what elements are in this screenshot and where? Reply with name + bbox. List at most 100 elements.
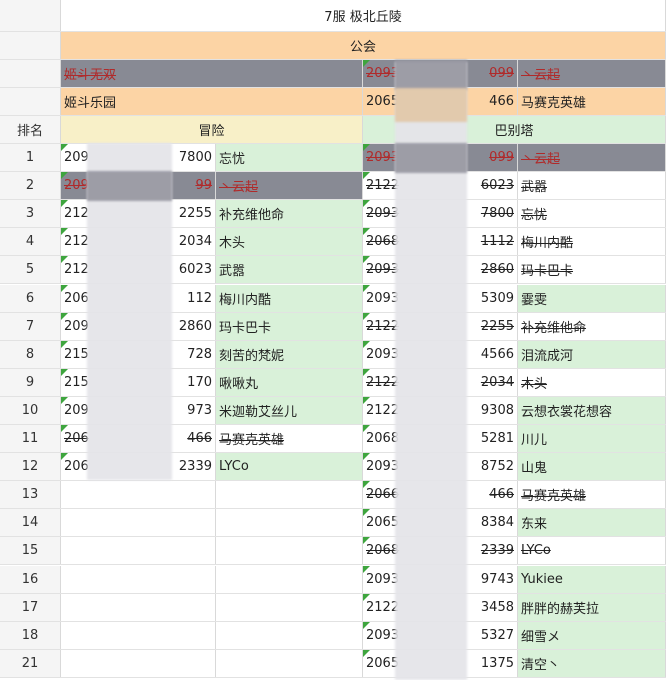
babel-name-cell[interactable]: 泪流成河 [518,340,666,368]
adventure-id-suffix: 2339 [178,459,212,475]
adventure-id: 212 [64,234,89,250]
adventure-id-cell[interactable] [61,565,216,593]
adventure-id: 209 [64,402,89,418]
rank-cell[interactable]: 14 [0,509,61,537]
rank-cell[interactable]: 3 [0,200,61,228]
rank-cell[interactable]: 11 [0,425,61,453]
rank-cell[interactable]: 6 [0,284,61,312]
babel-name-cell[interactable]: 补充维他命 [518,312,666,340]
babel-name-cell[interactable]: 胖胖的赫芙拉 [518,593,666,621]
rank-cell[interactable]: 18 [0,621,61,649]
rank-cell[interactable]: 9 [0,368,61,396]
adventure-id: 209 [64,150,89,166]
babel-name-cell[interactable]: LYCo [518,537,666,565]
babel-id-suffix: 2255 [480,318,514,334]
rank-cell[interactable]: 21 [0,649,61,677]
guild-leader-cell[interactable]: 马赛克英雄 [518,88,666,115]
adventure-id-cell[interactable] [61,649,216,677]
babel-name-cell[interactable]: 东来 [518,509,666,537]
adventure-id: 206 [64,431,89,447]
babel-name-cell[interactable]: 云想衣裳花想容 [518,396,666,424]
rank-cell[interactable]: 13 [0,481,61,509]
guild-header-cell[interactable]: 公会 [61,32,666,59]
babel-id-suffix: 7800 [480,206,514,222]
adventure-id-suffix: 728 [187,346,212,362]
row-header-cell[interactable] [0,88,61,115]
babel-name-cell[interactable]: 霎雯 [518,284,666,312]
adventure-id: 212 [64,262,89,278]
babel-name-cell[interactable]: 细雪メ [518,621,666,649]
babel-name-cell[interactable]: 木头 [518,368,666,396]
adventure-name-cell[interactable]: LYCo [216,453,363,481]
adventure-name-cell[interactable]: 马赛克英雄 [216,425,363,453]
rank-cell[interactable]: 4 [0,228,61,256]
adventure-id: 209 [64,318,89,334]
babel-id-suffix: 8752 [480,459,514,475]
babel-name-cell[interactable]: 清空丶 [518,649,666,677]
guild-leader-cell[interactable]: 丶云起 [518,60,666,87]
babel-name-cell[interactable]: 玛卡巴卡 [518,256,666,284]
babel-name-cell[interactable]: 忘忧 [518,200,666,228]
babel-name-cell[interactable]: 马赛克英雄 [518,481,666,509]
adventure-name-cell[interactable]: 米迦勒艾丝儿 [216,396,363,424]
redaction-blur-left-gray [87,171,172,201]
adventure-id-cell[interactable] [61,509,216,537]
adventure-id-cell[interactable] [61,593,216,621]
row-header-cell[interactable] [0,0,61,31]
row-header-cell[interactable] [0,60,61,87]
adventure-id-suffix: 2860 [178,318,212,334]
redaction-blur-right-gray [395,60,467,90]
adventure-name-cell[interactable] [216,565,363,593]
adventure-id-suffix: 112 [187,290,212,306]
adventure-id-suffix: 2034 [178,234,212,250]
babel-name-cell[interactable]: 山鬼 [518,453,666,481]
adventure-name-cell[interactable]: 武嚣 [216,256,363,284]
rank-cell[interactable]: 2 [0,172,61,200]
babel-name-cell[interactable]: 川儿 [518,425,666,453]
adventure-name-cell[interactable]: 补充维他命 [216,200,363,228]
babel-name-cell[interactable]: 武嚣 [518,172,666,200]
row-header-cell[interactable] [0,32,61,59]
spreadsheet: 7服 极北丘陵 公会 姬斗无双 2093 099 丶云起 姬斗乐园 2065 466… [0,0,666,680]
adventure-id-cell[interactable] [61,621,216,649]
guild-id-suffix: 099 [489,66,514,81]
babel-name-cell[interactable]: Yukiee [518,565,666,593]
rank-cell[interactable]: 17 [0,593,61,621]
adventure-id-cell[interactable] [61,537,216,565]
rank-cell[interactable]: 8 [0,340,61,368]
babel-name-cell[interactable]: 丶云起 [518,144,666,172]
rank-cell[interactable]: 15 [0,537,61,565]
adventure-name-cell[interactable]: 玛卡巴卡 [216,312,363,340]
babel-id-suffix: 4566 [480,346,514,362]
adventure-id-cell[interactable] [61,481,216,509]
adventure-name-cell[interactable]: 刻苦的梵妮 [216,340,363,368]
babel-id-suffix: 5327 [480,627,514,643]
rank-cell[interactable]: 16 [0,565,61,593]
adventure-name-cell[interactable]: 丶云起 [216,172,363,200]
babel-name-cell[interactable]: 梅川内酷 [518,228,666,256]
rank-cell[interactable]: 7 [0,312,61,340]
guild-name-cell[interactable]: 姬斗乐园 [61,88,363,115]
table-row: 16 2093 9743 Yukiee [0,565,666,594]
rank-cell[interactable]: 12 [0,453,61,481]
adventure-name-cell[interactable]: 忘忧 [216,144,363,172]
adventure-name-cell[interactable] [216,593,363,621]
adventure-header-cell[interactable]: 冒险 [61,116,363,143]
rank-cell[interactable]: 1 [0,144,61,172]
rank-cell[interactable]: 5 [0,256,61,284]
rank-header-cell[interactable]: 排名 [0,116,61,143]
adventure-name-cell[interactable] [216,537,363,565]
adventure-name-cell[interactable]: 木头 [216,228,363,256]
table-row: 21 2065 1375 清空丶 [0,649,666,678]
adventure-name-cell[interactable] [216,509,363,537]
adventure-name-cell[interactable] [216,649,363,677]
adventure-id: 209 [64,178,89,194]
rank-cell[interactable]: 10 [0,396,61,424]
adventure-id: 215 [64,374,89,390]
adventure-name-cell[interactable] [216,621,363,649]
guild-name-cell[interactable]: 姬斗无双 [61,60,363,87]
adventure-name-cell[interactable]: 啾啾丸 [216,368,363,396]
adventure-name-cell[interactable] [216,481,363,509]
title-cell[interactable]: 7服 极北丘陵 [61,0,666,31]
adventure-name-cell[interactable]: 梅川内酷 [216,284,363,312]
